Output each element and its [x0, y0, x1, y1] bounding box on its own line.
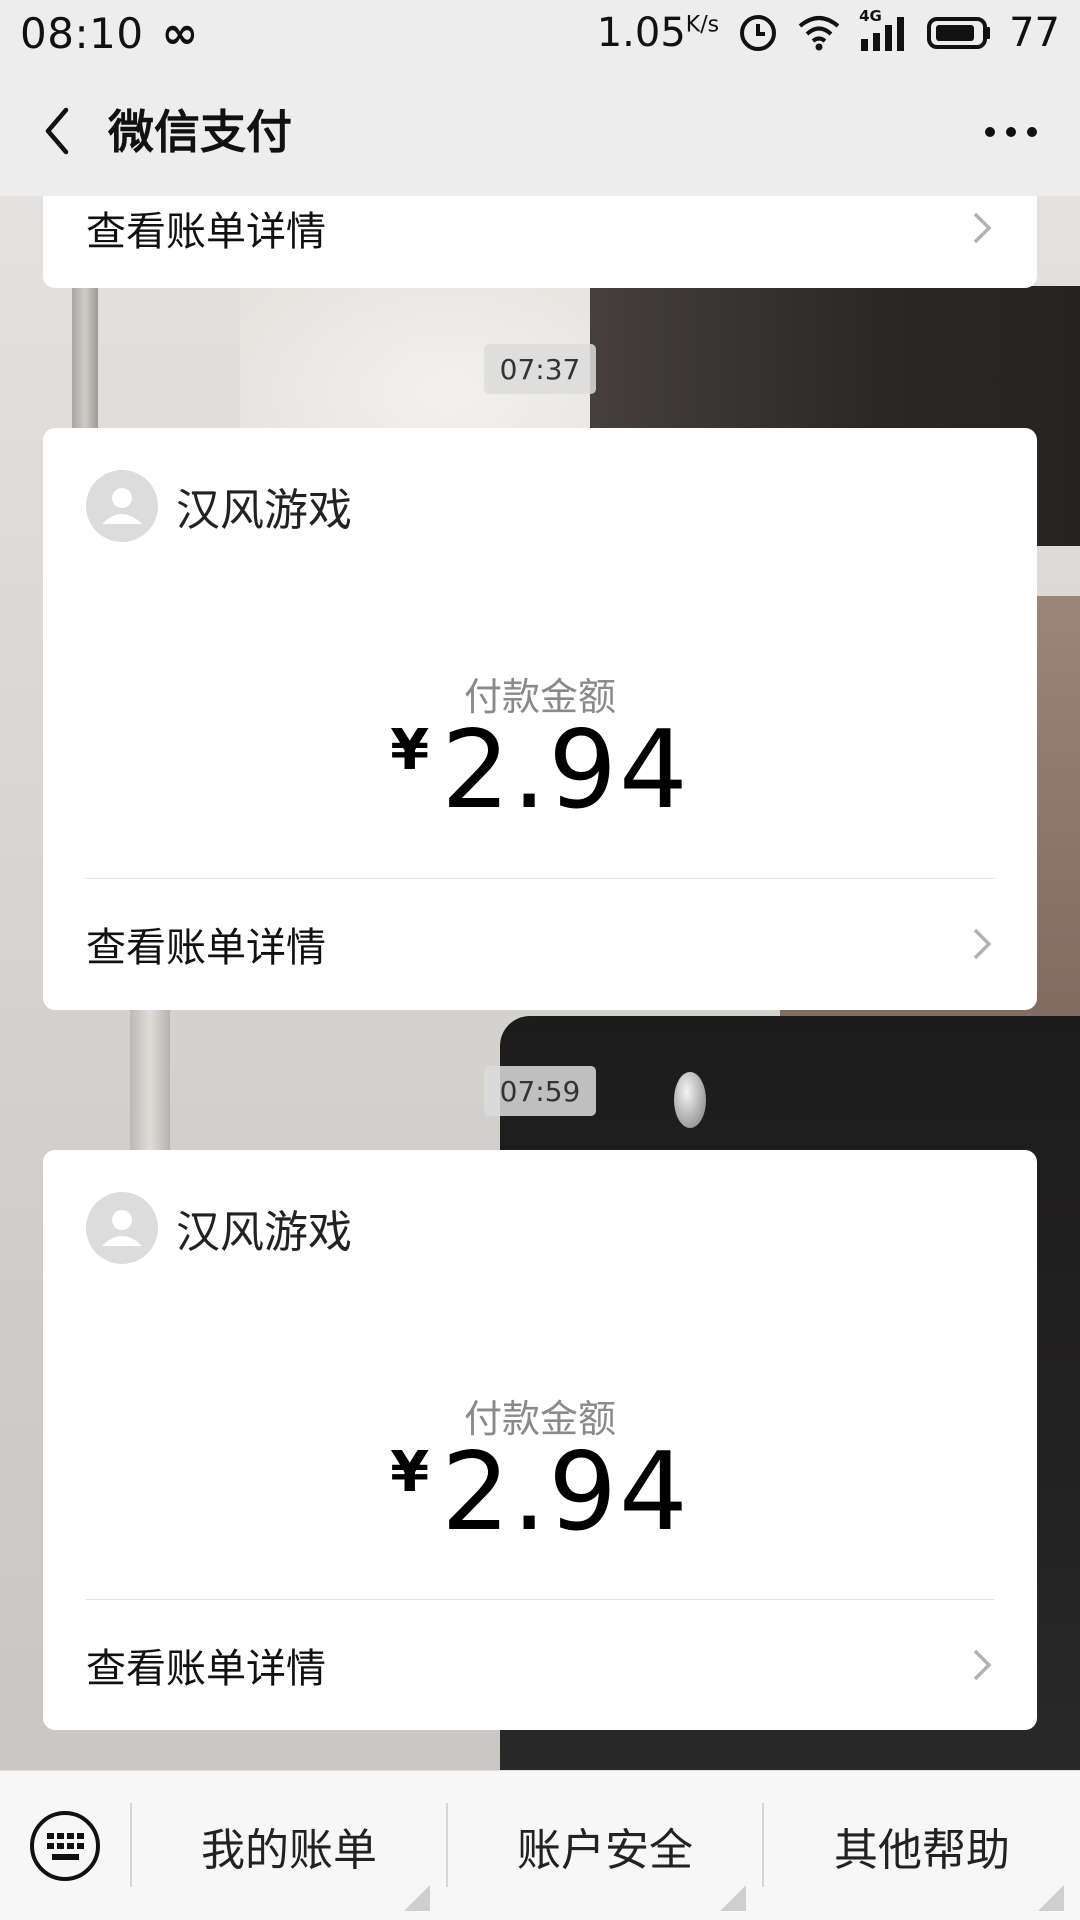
- default-avatar-icon: [102, 1210, 142, 1246]
- view-bill-details-row[interactable]: 查看账单详情: [86, 1600, 994, 1730]
- battery-icon: [927, 17, 991, 49]
- network-speed-unit: K/s: [685, 12, 720, 38]
- payment-amount: ¥2.94: [43, 708, 1037, 833]
- page-title: 微信支付: [108, 105, 292, 159]
- network-speed: 1.05K/s: [597, 10, 719, 56]
- view-bill-details-label: 查看账单详情: [86, 209, 326, 255]
- transaction-card: 汉风游戏 付款金额 ¥2.94 查看账单详情: [43, 428, 1037, 1010]
- chevron-right-icon: [973, 928, 992, 960]
- submenu-indicator-icon: [404, 1885, 430, 1911]
- merchant-avatar: [86, 1192, 158, 1264]
- view-bill-details-row[interactable]: 查看账单详情: [86, 182, 994, 274]
- menu-account-security[interactable]: 账户安全: [448, 1771, 762, 1920]
- status-time: 08:10: [20, 8, 144, 58]
- transaction-card: 汉风游戏 付款金额 ¥2.94 查看账单详情: [43, 1150, 1037, 1730]
- menu-other-help[interactable]: 其他帮助: [764, 1771, 1080, 1920]
- menu-other-help-label: 其他帮助: [834, 1825, 1010, 1876]
- view-bill-details-row[interactable]: 查看账单详情: [86, 879, 994, 1009]
- currency-symbol: ¥: [390, 1440, 430, 1505]
- menu-my-bills-label: 我的账单: [201, 1825, 377, 1876]
- more-options-icon[interactable]: [984, 126, 1038, 138]
- message-timestamp: 07:59: [484, 1066, 596, 1116]
- amount-value: 2.94: [441, 1430, 690, 1555]
- cell-signal: 4G: [859, 7, 909, 53]
- currency-symbol: ¥: [390, 718, 430, 783]
- view-bill-details-label: 查看账单详情: [86, 925, 326, 971]
- submenu-indicator-icon: [1038, 1885, 1064, 1911]
- network-speed-value: 1.05: [596, 10, 686, 56]
- merchant-name: 汉风游戏: [176, 1207, 352, 1258]
- merchant-avatar: [86, 470, 158, 542]
- payment-amount: ¥2.94: [43, 1430, 1037, 1555]
- menu-my-bills[interactable]: 我的账单: [132, 1771, 446, 1920]
- amount-value: 2.94: [441, 708, 690, 833]
- back-arrow-icon[interactable]: [34, 106, 84, 156]
- keyboard-icon[interactable]: [28, 1809, 102, 1883]
- message-timestamp: 07:37: [484, 344, 596, 394]
- status-bar: 08:10 ∞ 1.05K/s 4G 77: [0, 0, 1080, 66]
- bottom-menu-bar: 我的账单 账户安全 其他帮助: [0, 1770, 1080, 1920]
- transaction-card-partial: 查看账单详情: [43, 196, 1037, 288]
- merchant-name: 汉风游戏: [176, 485, 352, 536]
- view-bill-details-label: 查看账单详情: [86, 1646, 326, 1692]
- cell-signal-icon: [861, 17, 905, 51]
- chevron-right-icon: [973, 1649, 992, 1681]
- alarm-icon: [740, 15, 777, 51]
- chevron-right-icon: [973, 212, 992, 244]
- merchant-header: 汉风游戏: [86, 1192, 352, 1264]
- battery-percentage: 77: [1009, 10, 1060, 56]
- merchant-header: 汉风游戏: [86, 470, 352, 542]
- navigation-bar: 微信支付: [0, 66, 1080, 196]
- menu-account-security-label: 账户安全: [517, 1825, 693, 1876]
- background-button: [674, 1072, 706, 1128]
- submenu-indicator-icon: [720, 1885, 746, 1911]
- infinity-icon: ∞: [161, 7, 199, 59]
- wifi-icon: [798, 16, 840, 51]
- default-avatar-icon: [102, 488, 142, 524]
